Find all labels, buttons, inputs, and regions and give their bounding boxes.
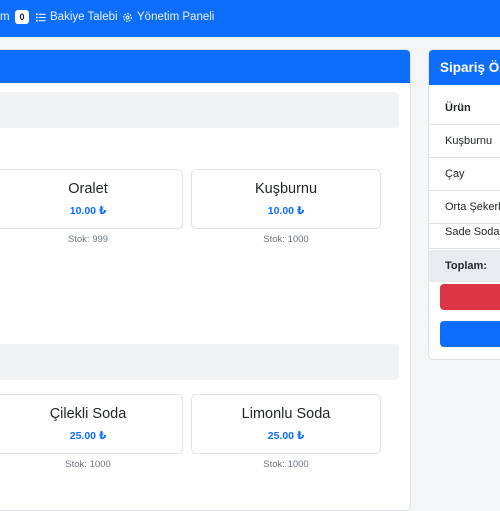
product-stock: Stok: 1000 — [263, 459, 309, 470]
summary-table-header: Ürün — [429, 92, 500, 125]
nav-link-balance-request[interactable]: Bakiye Talebi — [36, 11, 118, 23]
clear-order-button[interactable] — [440, 284, 500, 310]
summary-total-label: Toplam: — [445, 260, 487, 272]
submit-order-button[interactable] — [440, 321, 500, 347]
products-card: Oralet 10.00 ₺ Stok: 999 Kuşburnu 10.00 … — [0, 49, 411, 511]
summary-row: Çay — [429, 158, 500, 191]
summary-item-name: Kuşburnu — [445, 135, 493, 147]
order-summary-card: Sipariş Öz Ürün Kuşburnu Çay Orta Şekerl… — [428, 49, 500, 360]
product-name: Limonlu Soda — [241, 406, 331, 422]
summary-item-name: Sade Soda — [445, 226, 500, 238]
list-icon — [36, 13, 46, 22]
summary-total-row: Toplam: — [429, 250, 500, 282]
summary-column-product: Ürün — [445, 102, 471, 114]
category-header[interactable] — [0, 344, 399, 380]
product-name: Çilekli Soda — [49, 406, 127, 422]
products-card-header — [0, 50, 410, 83]
cart-count-badge[interactable]: 0 — [15, 10, 29, 24]
product-stock: Stok: 1000 — [263, 234, 309, 245]
category-header[interactable] — [0, 92, 399, 128]
top-navbar: m 0 Bakiye Talebi Yönetim Paneli — [0, 0, 500, 37]
product-price: 25.00 ₺ — [69, 430, 107, 442]
product-price: 10.00 ₺ — [69, 205, 107, 217]
product-name: Kuşburnu — [254, 181, 318, 197]
order-summary-title: Sipariş Öz — [440, 60, 500, 75]
product-name: Oralet — [68, 181, 108, 197]
product-price: 10.00 ₺ — [267, 205, 305, 217]
product-stock: Stok: 999 — [67, 234, 109, 245]
nav-link-admin-panel[interactable]: Yönetim Paneli — [122, 11, 214, 23]
product-card-oralet[interactable]: Oralet 10.00 ₺ Stok: 999 — [0, 169, 183, 245]
product-stock: Stok: 1000 — [65, 459, 111, 470]
product-card-limonlu-soda[interactable]: Limonlu Soda 25.00 ₺ Stok: 1000 — [191, 394, 381, 470]
product-card-kusburnu[interactable]: Kuşburnu 10.00 ₺ Stok: 1000 — [191, 169, 381, 245]
summary-item-name: Çay — [445, 168, 465, 180]
nav-link-cut[interactable]: m — [0, 11, 10, 23]
product-card-cilekli-soda[interactable]: Çilekli Soda 25.00 ₺ Stok: 1000 — [0, 394, 183, 470]
summary-row: Sade Soda — [429, 216, 500, 249]
nav-link-balance-label: Bakiye Talebi — [50, 11, 118, 23]
product-price: 25.00 ₺ — [267, 430, 305, 442]
nav-link-admin-label: Yönetim Paneli — [137, 11, 215, 23]
gear-icon — [122, 12, 133, 23]
order-summary-header: Sipariş Öz — [429, 50, 500, 85]
summary-row: Kuşburnu — [429, 125, 500, 158]
summary-item-name: Orta Şekerli — [445, 201, 500, 213]
